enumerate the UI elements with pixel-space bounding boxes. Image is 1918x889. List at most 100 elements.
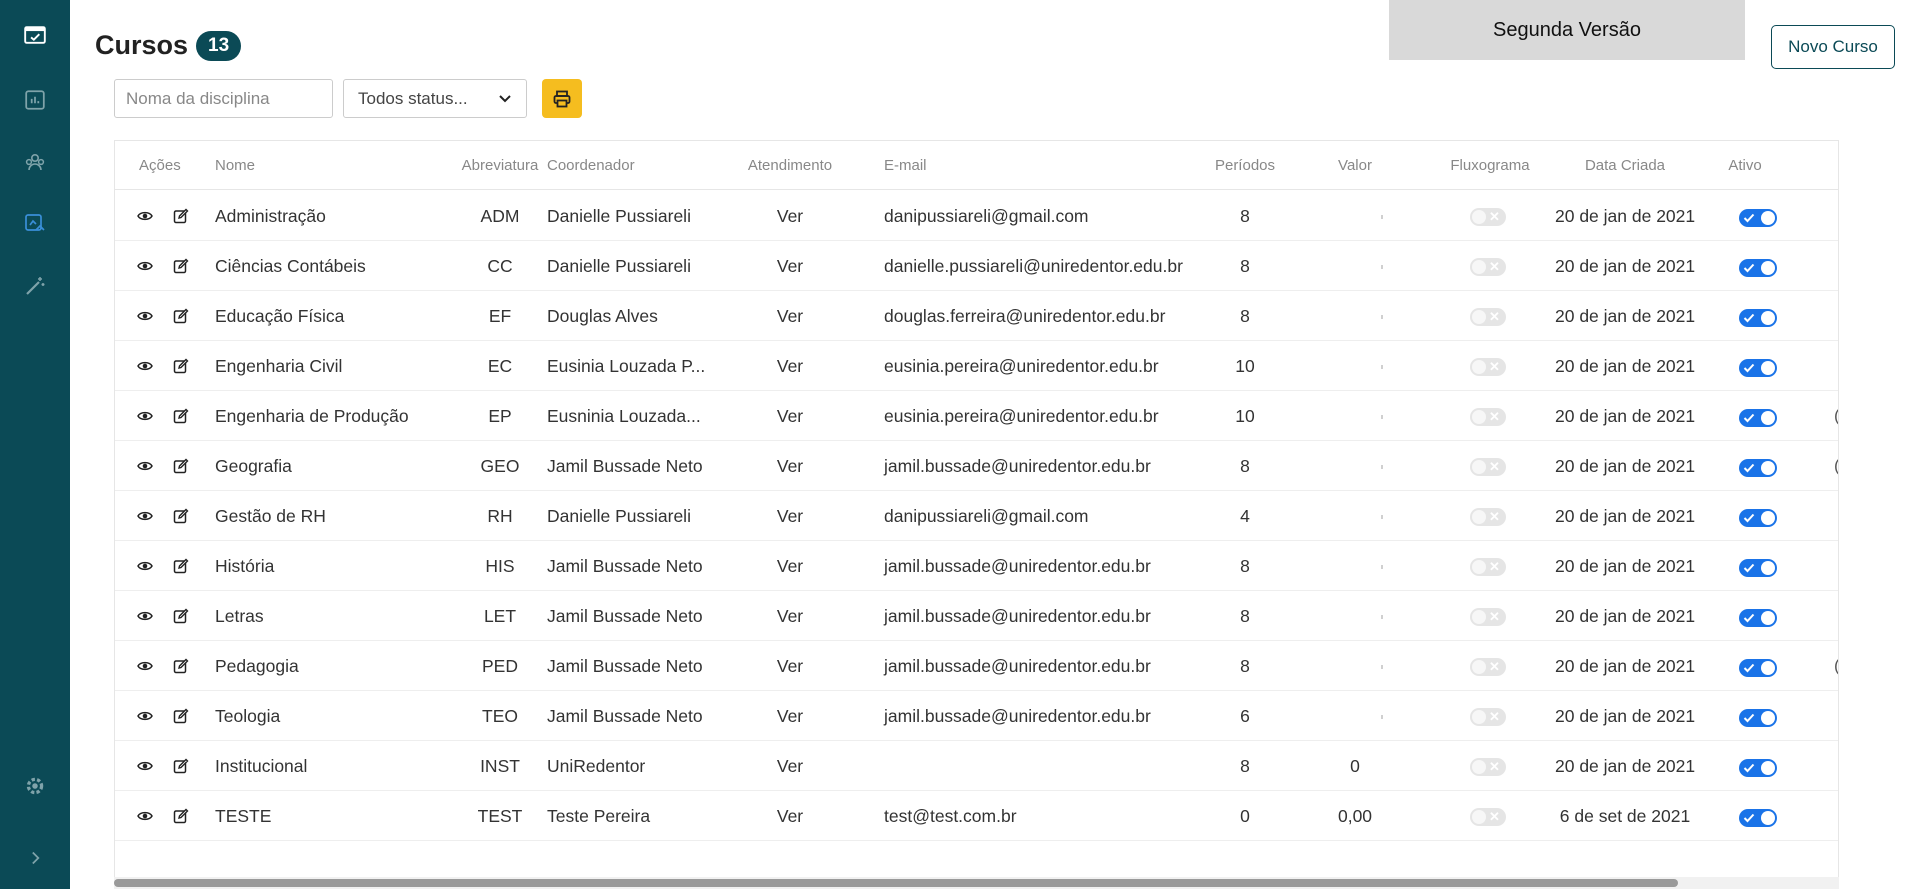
courses-icon[interactable] bbox=[23, 212, 47, 236]
edit-icon[interactable] bbox=[173, 358, 189, 374]
magic-wand-icon[interactable] bbox=[23, 274, 47, 298]
scrollbar-thumb[interactable] bbox=[114, 879, 1678, 887]
cell-service-link[interactable]: Ver bbox=[730, 591, 850, 641]
toggle-knob bbox=[1761, 511, 1775, 525]
view-icon[interactable] bbox=[137, 708, 153, 724]
edit-icon[interactable] bbox=[173, 208, 189, 224]
cell-service-link[interactable]: Ver bbox=[730, 191, 850, 241]
edit-icon[interactable] bbox=[173, 608, 189, 624]
flowchart-toggle[interactable]: ✕ bbox=[1470, 358, 1506, 376]
view-icon[interactable] bbox=[137, 208, 153, 224]
cell-value-empty bbox=[1381, 215, 1383, 219]
edit-icon[interactable] bbox=[173, 408, 189, 424]
edit-icon[interactable] bbox=[173, 258, 189, 274]
flowchart-toggle[interactable]: ✕ bbox=[1470, 508, 1506, 526]
edit-icon[interactable] bbox=[173, 458, 189, 474]
active-toggle[interactable] bbox=[1739, 709, 1777, 727]
report-icon[interactable] bbox=[23, 88, 47, 112]
view-icon[interactable] bbox=[137, 808, 153, 824]
header-periods[interactable]: Períodos bbox=[1190, 141, 1300, 190]
edit-icon[interactable] bbox=[173, 658, 189, 674]
active-toggle[interactable] bbox=[1739, 459, 1777, 477]
cell-service-link[interactable]: Ver bbox=[730, 641, 850, 691]
chevron-right-icon[interactable] bbox=[23, 846, 47, 870]
header-abbreviation[interactable]: Abreviatura bbox=[440, 141, 560, 190]
edit-icon[interactable] bbox=[173, 808, 189, 824]
active-toggle[interactable] bbox=[1739, 759, 1777, 777]
cell-service-link[interactable]: Ver bbox=[730, 691, 850, 741]
cell-service-link[interactable]: Ver bbox=[730, 291, 850, 341]
flowchart-toggle[interactable]: ✕ bbox=[1470, 308, 1506, 326]
header-value[interactable]: Valor bbox=[1315, 141, 1395, 190]
flowchart-toggle[interactable]: ✕ bbox=[1470, 458, 1506, 476]
header-service[interactable]: Atendimento bbox=[730, 141, 850, 190]
flowchart-toggle[interactable]: ✕ bbox=[1470, 608, 1506, 626]
table-row: Letras LET Jamil Bussade Neto Ver jamil.buss… bbox=[115, 591, 1838, 641]
cell-coordinator: Jamil Bussade Neto bbox=[547, 706, 703, 726]
view-icon[interactable] bbox=[137, 408, 153, 424]
view-icon[interactable] bbox=[137, 358, 153, 374]
users-icon[interactable] bbox=[23, 150, 47, 174]
header-name[interactable]: Nome bbox=[215, 141, 255, 190]
view-icon[interactable] bbox=[137, 458, 153, 474]
active-toggle[interactable] bbox=[1739, 509, 1777, 527]
header-created[interactable]: Data Criada bbox=[1555, 141, 1695, 190]
edit-icon[interactable] bbox=[173, 558, 189, 574]
settings-icon[interactable] bbox=[23, 774, 47, 798]
view-icon[interactable] bbox=[137, 658, 153, 674]
close-icon: ✕ bbox=[1489, 759, 1500, 774]
view-icon[interactable] bbox=[137, 558, 153, 574]
view-icon[interactable] bbox=[137, 508, 153, 524]
edit-icon[interactable] bbox=[173, 308, 189, 324]
cell-service-link[interactable]: Ver bbox=[730, 491, 850, 541]
active-toggle[interactable] bbox=[1739, 359, 1777, 377]
header-flowchart[interactable]: Fluxograma bbox=[1430, 141, 1550, 190]
header-active[interactable]: Ativo bbox=[1715, 141, 1775, 190]
cell-periods: 10 bbox=[1235, 356, 1255, 376]
flowchart-toggle[interactable]: ✕ bbox=[1470, 708, 1506, 726]
course-name-search-input[interactable] bbox=[114, 79, 333, 118]
cell-service-link[interactable]: Ver bbox=[730, 341, 850, 391]
active-toggle[interactable] bbox=[1739, 809, 1777, 827]
header-email[interactable]: E-mail bbox=[884, 141, 927, 190]
cell-abbreviation: PED bbox=[482, 656, 518, 676]
flowchart-toggle[interactable]: ✕ bbox=[1470, 658, 1506, 676]
active-toggle[interactable] bbox=[1739, 259, 1777, 277]
active-toggle[interactable] bbox=[1739, 609, 1777, 627]
cell-periods: 4 bbox=[1240, 506, 1250, 526]
view-icon[interactable] bbox=[137, 308, 153, 324]
flowchart-toggle[interactable]: ✕ bbox=[1470, 558, 1506, 576]
flowchart-toggle[interactable]: ✕ bbox=[1470, 408, 1506, 426]
view-icon[interactable] bbox=[137, 608, 153, 624]
active-toggle[interactable] bbox=[1739, 209, 1777, 227]
status-filter-select[interactable]: Todos status... bbox=[343, 79, 527, 118]
cell-service-link[interactable]: Ver bbox=[730, 441, 850, 491]
header-coordinator[interactable]: Coordenador bbox=[547, 141, 635, 190]
edit-icon[interactable] bbox=[173, 508, 189, 524]
view-icon[interactable] bbox=[137, 758, 153, 774]
edit-icon[interactable] bbox=[173, 758, 189, 774]
active-toggle[interactable] bbox=[1739, 559, 1777, 577]
flowchart-toggle[interactable]: ✕ bbox=[1470, 208, 1506, 226]
cell-abbreviation: GEO bbox=[480, 456, 520, 476]
cell-service-link[interactable]: Ver bbox=[730, 241, 850, 291]
toggle-knob bbox=[1472, 560, 1486, 574]
cell-value-empty bbox=[1381, 365, 1383, 369]
cell-service-link[interactable]: Ver bbox=[730, 391, 850, 441]
edit-icon[interactable] bbox=[173, 708, 189, 724]
cell-abbreviation: EF bbox=[488, 306, 512, 326]
view-icon[interactable] bbox=[137, 258, 153, 274]
dashboard-icon[interactable] bbox=[21, 22, 49, 48]
horizontal-scrollbar[interactable] bbox=[114, 877, 1839, 889]
flowchart-toggle[interactable]: ✕ bbox=[1470, 258, 1506, 276]
active-toggle[interactable] bbox=[1739, 309, 1777, 327]
cell-service-link[interactable]: Ver bbox=[730, 791, 850, 841]
cell-service-link[interactable]: Ver bbox=[730, 741, 850, 791]
new-course-button[interactable]: Novo Curso bbox=[1771, 25, 1895, 69]
active-toggle[interactable] bbox=[1739, 409, 1777, 427]
cell-service-link[interactable]: Ver bbox=[730, 541, 850, 591]
print-button[interactable] bbox=[542, 79, 582, 118]
flowchart-toggle[interactable]: ✕ bbox=[1470, 758, 1506, 776]
flowchart-toggle[interactable]: ✕ bbox=[1470, 808, 1506, 826]
active-toggle[interactable] bbox=[1739, 659, 1777, 677]
